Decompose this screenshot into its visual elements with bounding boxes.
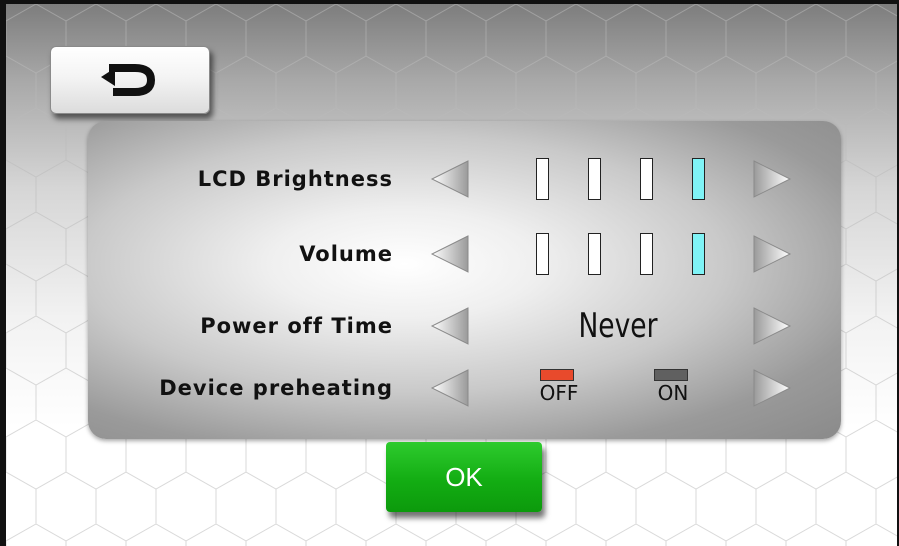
volume-bar-1[interactable] [536, 233, 549, 275]
volume-bar-2[interactable] [588, 233, 601, 275]
off-indicator-swatch [540, 369, 574, 381]
off-option-label: OFF [539, 381, 579, 405]
volume-increase-arrow-icon[interactable] [752, 234, 792, 274]
power-off-time-value: Never [578, 306, 658, 346]
brightness-decrease-arrow-icon[interactable] [430, 159, 470, 199]
preheating-on-option[interactable]: ON [644, 369, 702, 413]
device-preheating-row: Device preheating OFF ON [88, 353, 841, 423]
brightness-bar-2[interactable] [588, 158, 601, 200]
brightness-level-bars [528, 158, 718, 202]
brightness-bar-3[interactable] [640, 158, 653, 200]
settings-panel: LCD Brightness Volume Power off Time Nev… [88, 121, 841, 439]
device-preheating-label: Device preheating [159, 376, 393, 400]
brightness-bar-4[interactable] [692, 158, 705, 200]
volume-decrease-arrow-icon[interactable] [430, 234, 470, 274]
on-option-label: ON [657, 381, 689, 405]
power-off-time-row: Power off Time Never [88, 291, 841, 361]
volume-bar-3[interactable] [640, 233, 653, 275]
back-button[interactable] [50, 46, 210, 114]
lcd-brightness-label: LCD Brightness [197, 167, 393, 191]
power-off-increase-arrow-icon[interactable] [752, 306, 792, 346]
brightness-bar-1[interactable] [536, 158, 549, 200]
volume-level-bars [528, 233, 718, 277]
power-off-decrease-arrow-icon[interactable] [430, 306, 470, 346]
brightness-increase-arrow-icon[interactable] [752, 159, 792, 199]
on-indicator-swatch [654, 369, 688, 381]
preheating-increase-arrow-icon[interactable] [752, 368, 792, 408]
lcd-brightness-row: LCD Brightness [88, 144, 841, 214]
volume-bar-4[interactable] [692, 233, 705, 275]
return-arrow-icon [101, 64, 156, 96]
preheating-decrease-arrow-icon[interactable] [430, 368, 470, 408]
power-off-time-label: Power off Time [200, 314, 393, 338]
volume-row: Volume [88, 219, 841, 289]
settings-screen: LCD Brightness Volume Power off Time Nev… [0, 0, 899, 546]
preheating-off-option[interactable]: OFF [530, 369, 588, 413]
volume-label: Volume [299, 242, 393, 266]
ok-button[interactable]: OK [386, 442, 542, 512]
